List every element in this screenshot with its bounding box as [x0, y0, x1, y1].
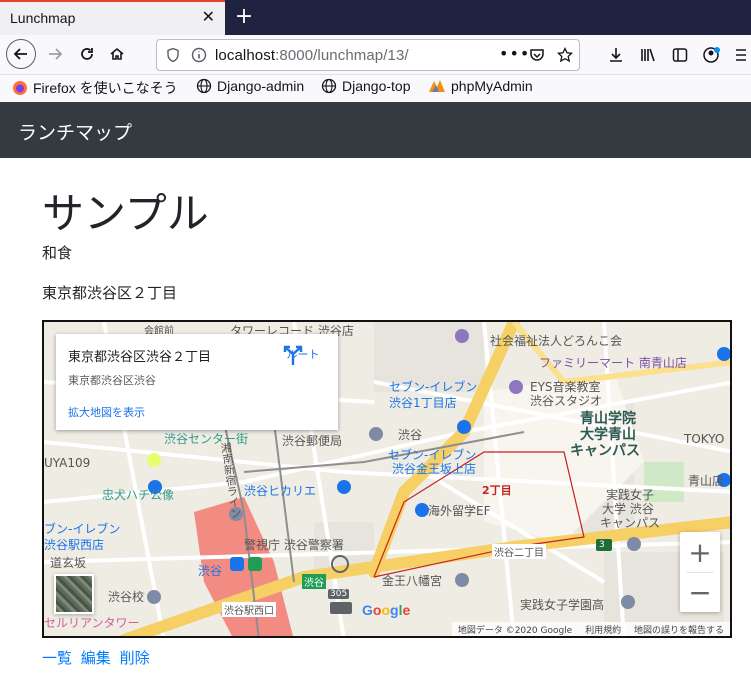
map-label: 渋谷: [198, 564, 223, 578]
map-label: 渋谷センター街: [164, 432, 249, 446]
app-navbar: ランチマップ: [0, 102, 751, 158]
map-label: 渋谷スタジオ: [530, 394, 603, 408]
map-label: 社会福祉法人どろんこ会: [490, 334, 623, 348]
map-label: 305: [328, 589, 350, 599]
map-label: 渋谷: [302, 574, 326, 589]
map-label: 忠犬ハチ公像: [102, 488, 175, 502]
map-label: 渋谷ヒカリエ: [244, 484, 317, 498]
directions-button[interactable]: ルート: [282, 344, 324, 365]
map-attribution: 地図データ ©2020 Google 利用規約 地図の誤りを報告する: [451, 622, 730, 636]
map-label: 2丁目: [482, 484, 512, 497]
bookmark-firefox[interactable]: Firefox を使いこなそう: [12, 78, 178, 98]
home-icon: [110, 47, 124, 60]
sidebar-icon[interactable]: [672, 47, 688, 63]
map-data-credit: 地図データ ©2020 Google: [457, 626, 573, 636]
library-icon[interactable]: [640, 47, 656, 63]
browser-tab-bar: Lunchmap ✕ +: [0, 0, 751, 35]
url-text: localhost:8000/lunchmap/13/: [215, 47, 409, 64]
map-label: キャンパス: [600, 516, 661, 530]
download-icon[interactable]: [608, 47, 624, 63]
forward-arrow-icon: [49, 48, 63, 60]
map-label: 渋谷金王坂上店: [392, 462, 477, 476]
map-label: TOKYO: [684, 432, 725, 446]
map-label: 渋谷校: [108, 590, 145, 604]
page-actions-icon[interactable]: •••: [499, 44, 530, 63]
map-label: 渋谷駅西口: [222, 602, 276, 617]
bookmark-django-top[interactable]: Django-top: [321, 78, 411, 94]
forward-button[interactable]: [40, 39, 70, 69]
info-card-subtitle: 東京都渋谷区渋谷: [68, 374, 156, 387]
shop-name: サンプル: [42, 189, 209, 238]
report-error-link[interactable]: 地図の誤りを報告する: [634, 626, 724, 636]
browser-toolbar: localhost:8000/lunchmap/13/ •••: [0, 35, 751, 75]
map-label: 3: [599, 540, 605, 550]
list-link[interactable]: 一覧: [42, 649, 72, 667]
map-label: セルリアンタワー: [44, 616, 140, 630]
map-type-toggle[interactable]: [54, 574, 94, 614]
edit-link[interactable]: 編集: [81, 649, 111, 667]
enlarge-map-link[interactable]: 拡大地図を表示: [68, 404, 145, 420]
reload-button[interactable]: [72, 39, 102, 69]
app-brand[interactable]: ランチマップ: [18, 118, 132, 145]
info-card-title: 東京都渋谷区渋谷２丁目: [68, 350, 212, 365]
shop-address: 東京都渋谷区２丁目: [42, 284, 178, 302]
home-button[interactable]: [102, 39, 132, 69]
map-label: 道玄坂: [50, 556, 87, 570]
map-label: 渋谷1丁目店: [389, 396, 457, 410]
back-button[interactable]: [6, 39, 36, 69]
terms-link[interactable]: 利用規約: [585, 626, 621, 636]
map-label: 警視庁 渋谷警察署: [244, 538, 344, 552]
globe-icon: [196, 78, 212, 94]
map-label: 海外留学EF: [428, 504, 491, 518]
reload-icon: [81, 48, 93, 60]
info-icon[interactable]: [191, 47, 207, 63]
map-label: 実践女子学園高: [520, 598, 605, 612]
delete-link[interactable]: 削除: [120, 649, 150, 667]
firefox-icon: [13, 81, 27, 95]
star-icon[interactable]: [557, 47, 573, 63]
google-logo: Google: [362, 602, 411, 618]
bookmark-django-admin[interactable]: Django-admin: [196, 78, 304, 94]
action-links: 一覧 編集 削除: [42, 647, 154, 668]
directions-icon: [283, 345, 303, 365]
shield-icon[interactable]: [165, 47, 181, 63]
map-label: ブン-イレブン: [44, 522, 121, 536]
bookmarks-bar: Firefox を使いこなそう Django-admin Django-top …: [0, 75, 751, 102]
tab-title: Lunchmap: [10, 10, 76, 26]
zoom-divider: [686, 572, 714, 573]
map-label: UYA109: [44, 456, 91, 470]
map-label: ファミリーマート 南青山店: [539, 356, 687, 370]
bookmark-phpmyadmin[interactable]: phpMyAdmin: [428, 78, 533, 94]
close-tab-icon[interactable]: ✕: [202, 7, 215, 26]
zoom-in-button[interactable]: +: [680, 532, 720, 572]
new-tab-icon[interactable]: +: [232, 3, 256, 31]
phpmyadmin-icon: [429, 80, 445, 92]
map-zoom-control: + −: [680, 532, 720, 612]
map-label: キャンパス: [570, 443, 640, 459]
account-icon[interactable]: [703, 46, 721, 64]
pocket-icon[interactable]: [529, 47, 545, 63]
map-label: 渋谷駅西店: [44, 538, 105, 552]
zoom-out-button[interactable]: −: [680, 572, 720, 612]
map-label: セブン-イレブン: [389, 380, 478, 394]
browser-tab[interactable]: Lunchmap ✕: [0, 0, 225, 35]
shop-genre: 和食: [42, 244, 73, 262]
url-bar[interactable]: localhost:8000/lunchmap/13/ •••: [156, 39, 580, 71]
globe-icon: [321, 78, 337, 94]
map-label: 渋谷二丁目: [492, 544, 546, 559]
map-label: 金王八幡宮: [382, 574, 443, 588]
map-label: 渋谷郵便局: [282, 434, 343, 448]
google-map[interactable]: 社会福祉法人どろんこ会 ファミリーマート 南青山店 セブン-イレブン 渋谷1丁目…: [42, 320, 732, 638]
menu-icon[interactable]: [736, 47, 746, 63]
back-arrow-icon: [13, 48, 27, 60]
map-info-card: 東京都渋谷区渋谷２丁目 東京都渋谷区渋谷 拡大地図を表示 ルート: [56, 334, 338, 430]
map-label: 青山店: [688, 474, 725, 488]
map-label: 渋谷: [398, 428, 423, 442]
